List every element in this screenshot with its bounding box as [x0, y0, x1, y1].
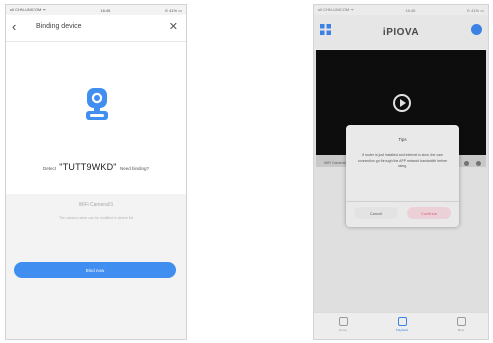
- tab-home[interactable]: Home: [328, 317, 358, 332]
- rename-hint: The camera name can be modified in devic…: [58, 216, 134, 220]
- status-time: 16:45: [100, 7, 111, 13]
- add-device-icon[interactable]: [471, 24, 482, 35]
- status-bar: ull CHN-UNICOM ᯤ 16:45 ⊙ 41% ▭: [6, 5, 186, 15]
- battery-indicator: ⊙ 41% ▭: [164, 7, 182, 13]
- tab-label: Home: [338, 328, 347, 332]
- app-logo: iPIOVA: [382, 27, 420, 38]
- dialog-divider: [346, 201, 459, 202]
- status-time: 16:45: [405, 7, 416, 13]
- dialog-title: Tips: [398, 137, 407, 142]
- device-card: Detect "TUTT9WKD" Need binding?: [6, 42, 186, 194]
- home-icon: [338, 317, 348, 326]
- tips-dialog: Tips If router is just installed and int…: [346, 125, 459, 227]
- binding-device-screen: ull CHN-UNICOM ᯤ 16:45 ⊙ 41% ▭ ‹ Binding…: [5, 4, 187, 340]
- status-bar: ull CHN-UNICOM ᯤ 16:45 ⊙ 41% ▭: [314, 5, 488, 15]
- tab-label: Mine: [457, 328, 465, 332]
- user-icon: [456, 317, 466, 326]
- carrier-signal: ull CHN-UNICOM ᯤ: [318, 7, 355, 12]
- bind-prompt: Detect "TUTT9WKD" Need binding?: [6, 162, 186, 172]
- camera-icon: [86, 88, 108, 120]
- device-code: "TUTT9WKD": [59, 162, 117, 172]
- home-screen: ull CHN-UNICOM ᯤ 16:45 ⊙ 41% ▭ iPIOVA Wi…: [313, 4, 489, 340]
- carrier-signal: ull CHN-UNICOM ᯤ: [10, 7, 47, 12]
- bind-now-button[interactable]: Bind now: [14, 262, 176, 278]
- back-icon[interactable]: ‹: [12, 19, 16, 34]
- playback-icon: [397, 317, 407, 326]
- app-header: iPIOVA: [314, 15, 488, 49]
- dialog-message: If router is just installed and internet…: [357, 153, 448, 168]
- prompt-prefix: Detect: [43, 166, 57, 171]
- battery-indicator: ⊙ 41% ▭: [466, 7, 484, 13]
- tab-playback[interactable]: Playback: [387, 317, 417, 332]
- page-title: Binding device: [36, 23, 82, 30]
- continue-button[interactable]: Continue: [407, 207, 451, 219]
- camera-name[interactable]: WiFi Camera01: [6, 202, 186, 208]
- prompt-suffix: Need binding?: [119, 166, 149, 171]
- tab-mine[interactable]: Mine: [446, 317, 476, 332]
- tab-label: Playback: [395, 328, 409, 332]
- nav-bar: ‹ Binding device ✕: [6, 15, 186, 42]
- close-icon[interactable]: ✕: [169, 20, 178, 33]
- bottom-tab-bar: Home Playback Mine: [314, 312, 488, 339]
- cancel-button[interactable]: Cancel: [354, 207, 398, 219]
